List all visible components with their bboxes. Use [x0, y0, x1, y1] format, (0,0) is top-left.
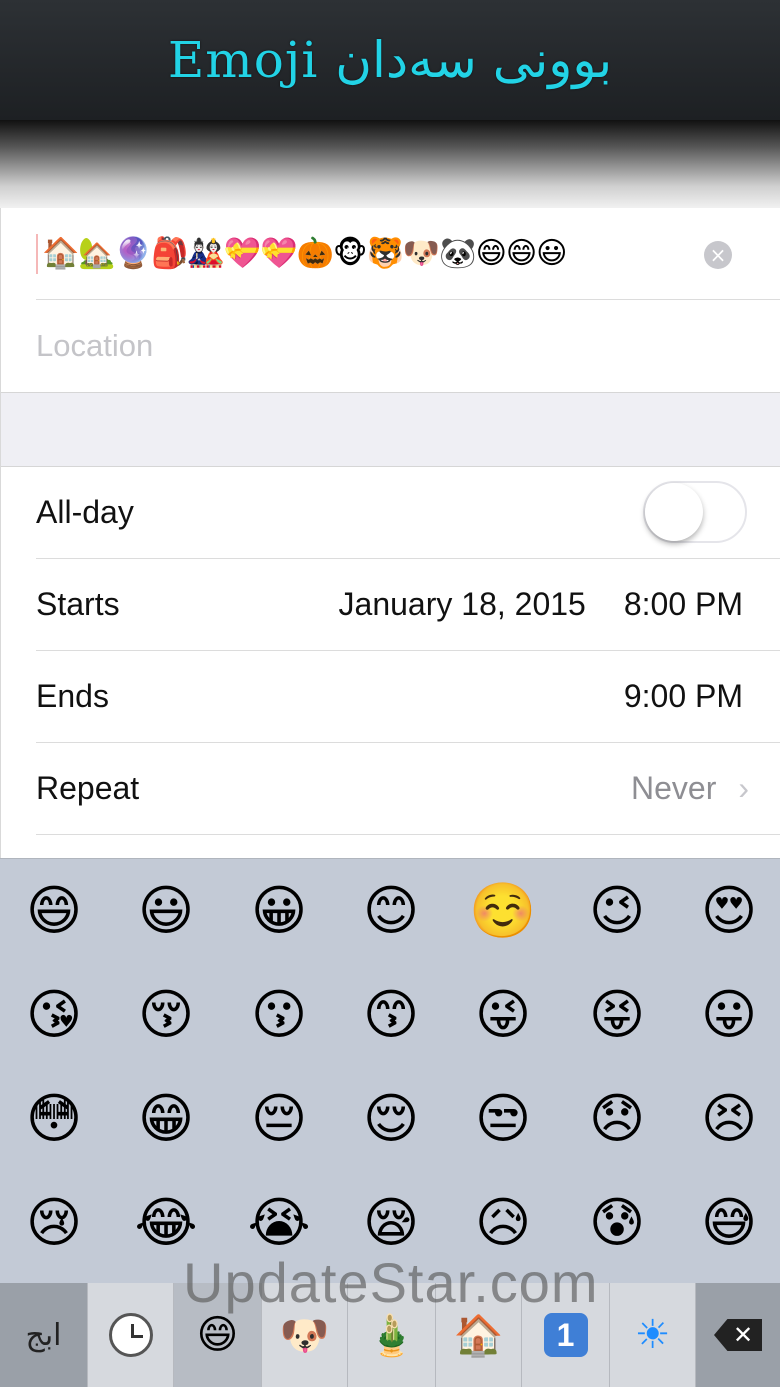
emoji-key[interactable]: 😄 — [14, 871, 94, 951]
backspace-icon: ✕ — [714, 1319, 762, 1351]
emoji-key[interactable]: 😙 — [351, 975, 431, 1055]
banner-shadow — [0, 120, 780, 208]
allday-label: All-day — [36, 494, 134, 530]
emoji-key[interactable]: 😞 — [577, 1079, 657, 1159]
emoji-key[interactable]: 😊 — [351, 871, 431, 951]
repeat-value[interactable]: Never › — [631, 770, 749, 807]
emoji-key[interactable]: 😌 — [351, 1079, 431, 1159]
clock-icon — [108, 1313, 153, 1357]
event-form: 🏠🏡🔮🎒🎎💝💝🎃🐵🐯🐶🐼😄😄😃 × All-day Starts January… — [0, 208, 780, 858]
emoji-key[interactable]: 😚 — [126, 975, 206, 1055]
number-one-icon: 1 — [543, 1313, 588, 1357]
smiley-icon: 😄 — [196, 1312, 239, 1358]
clear-text-button[interactable]: × — [704, 241, 732, 269]
ends-value[interactable]: 9:00 PM — [624, 678, 743, 715]
emoji-key[interactable]: ☺️ — [463, 871, 543, 951]
starts-row[interactable]: Starts January 18, 2015 8:00 PM — [36, 559, 780, 651]
banner-title: Emoji بوونی سەدان — [167, 31, 613, 89]
toggle-knob — [645, 483, 703, 541]
app-banner: Emoji بوونی سەدان — [0, 0, 780, 120]
emoji-key[interactable]: 😝 — [577, 975, 657, 1055]
location-row[interactable] — [36, 300, 780, 392]
emoji-key[interactable]: 😘 — [14, 975, 94, 1055]
emoji-key[interactable]: 😍 — [689, 871, 769, 951]
bamboo-icon: 🎍 — [366, 1312, 417, 1359]
emoji-key[interactable]: 😉 — [577, 871, 657, 951]
emoji-key[interactable]: 😳 — [14, 1079, 94, 1159]
allday-row: All-day — [36, 467, 780, 559]
tab-symbols-sun[interactable]: ☀ — [610, 1283, 696, 1387]
watermark: UpdateStar.com — [183, 1251, 599, 1314]
delete-button[interactable]: ✕ — [696, 1283, 780, 1387]
allday-toggle[interactable] — [643, 481, 747, 543]
chevron-right-icon: › — [738, 770, 749, 806]
ends-row[interactable]: Ends 9:00 PM — [36, 651, 780, 743]
emoji-key[interactable]: 😗 — [239, 975, 319, 1055]
emoji-key[interactable]: 😜 — [463, 975, 543, 1055]
emoji-keyboard: 😄 😃 😀 😊 ☺️ 😉 😍 😘 😚 😗 😙 😜 😝 😛 😳 😁 😔 😌 😒 😞 😣 😢 😂 😭 😪 😥 😰 😅 — [0, 858, 780, 1283]
starts-label: Starts — [36, 586, 120, 622]
sun-icon: ☀ — [634, 1312, 671, 1358]
emoji-key[interactable]: 😒 — [463, 1079, 543, 1159]
repeat-row[interactable]: Repeat Never › — [36, 743, 780, 835]
emoji-key[interactable]: 😣 — [689, 1079, 769, 1159]
switch-keyboard-button[interactable]: ابج — [0, 1283, 88, 1387]
emoji-key[interactable]: 😀 — [239, 871, 319, 951]
location-input[interactable] — [36, 328, 636, 364]
text-caret — [36, 233, 38, 274]
emoji-key[interactable]: 😃 — [126, 871, 206, 951]
ends-time: 9:00 PM — [623, 678, 743, 714]
ends-label: Ends — [36, 678, 109, 714]
house-icon: 🏠 — [453, 1312, 504, 1359]
repeat-label: Repeat — [36, 770, 140, 806]
abc-label: ابج — [25, 1317, 62, 1353]
emoji-key[interactable]: 😢 — [14, 1183, 94, 1263]
section-separator — [1, 392, 780, 467]
title-value[interactable]: 🏠🏡🔮🎒🎎💝💝🎃🐵🐯🐶🐼😄😄😃 — [42, 236, 567, 271]
starts-date: January 18, 2015 — [338, 586, 586, 622]
starts-time: 8:00 PM — [623, 586, 743, 622]
tab-recent[interactable] — [88, 1283, 174, 1387]
repeat-never: Never — [630, 770, 717, 806]
title-field[interactable]: 🏠🏡🔮🎒🎎💝💝🎃🐵🐯🐶🐼😄😄😃 — [36, 208, 780, 300]
emoji-key[interactable]: 😅 — [689, 1183, 769, 1263]
emoji-key[interactable]: 😁 — [126, 1079, 206, 1159]
emoji-key[interactable]: 😛 — [689, 975, 769, 1055]
emoji-key[interactable]: 😔 — [239, 1079, 319, 1159]
starts-value[interactable]: January 18, 2015 8:00 PM — [339, 586, 743, 623]
dog-icon: 🐶 — [279, 1312, 330, 1359]
